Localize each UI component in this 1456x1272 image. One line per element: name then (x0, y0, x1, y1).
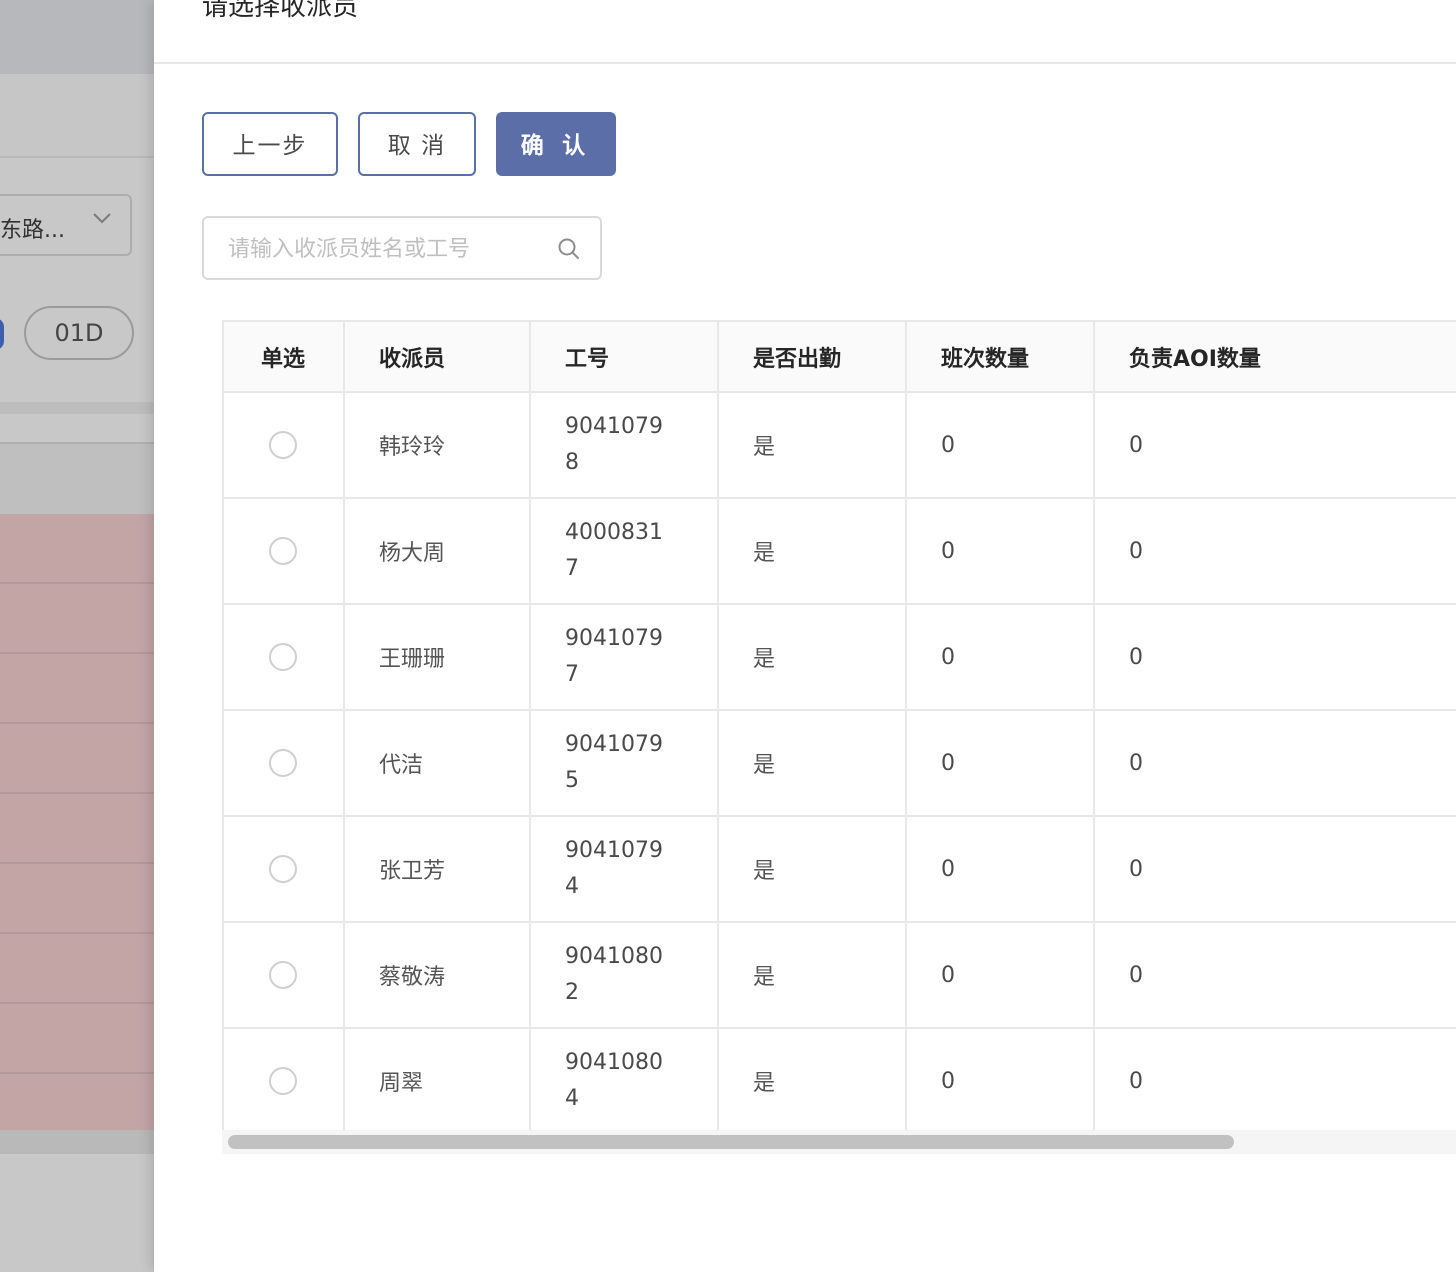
attendance: 是 (718, 604, 907, 711)
shift-count: 0 (906, 710, 1095, 817)
prev-step-button[interactable]: 上一步 (202, 112, 338, 176)
radio-cell (224, 922, 345, 1029)
column-header-courier: 收派员 (344, 322, 531, 393)
background-select-text: 东路... (0, 218, 65, 243)
aoi-count: 0 (1094, 816, 1456, 923)
confirm-button[interactable]: 确 认 (496, 112, 616, 176)
courier-name: 杨大周 (344, 498, 531, 605)
table-row[interactable]: 杨大周 4000831 7 是 0 0 (224, 498, 1456, 605)
aoi-count: 0 (1094, 710, 1456, 817)
courier-table-scroll[interactable]: 单选 收派员 工号 是否出勤 班次数量 负责AOI数量 韩玲玲 9041079 8… (222, 320, 1456, 1132)
employee-id: 9041079 4 (530, 816, 719, 923)
aoi-count: 0 (1094, 498, 1456, 605)
employee-id: 9041079 8 (530, 392, 719, 499)
courier-table: 单选 收派员 工号 是否出勤 班次数量 负责AOI数量 韩玲玲 9041079 8… (224, 322, 1456, 1132)
drawer-title: 请选择收派员 (202, 0, 359, 22)
courier-name: 代洁 (344, 710, 531, 817)
courier-name: 王珊珊 (344, 604, 531, 711)
radio-cell (224, 1028, 345, 1132)
shift-count: 0 (906, 498, 1095, 605)
employee-id: 9041080 4 (530, 1028, 719, 1132)
shift-count: 0 (906, 922, 1095, 1029)
search-input[interactable] (226, 230, 540, 268)
employee-id: 4000831 7 (530, 498, 719, 605)
select-radio[interactable] (269, 961, 297, 989)
horizontal-scrollbar[interactable] (222, 1130, 1456, 1154)
courier-name: 周翠 (344, 1028, 531, 1132)
background-topbar (0, 0, 154, 74)
courier-table-panel: 单选 收派员 工号 是否出勤 班次数量 负责AOI数量 韩玲玲 9041079 8… (202, 300, 1456, 1272)
select-radio[interactable] (269, 643, 297, 671)
column-header-select: 单选 (224, 322, 345, 393)
horizontal-scrollbar-thumb[interactable] (228, 1135, 1234, 1149)
employee-id: 9041079 7 (530, 604, 719, 711)
select-radio[interactable] (269, 855, 297, 883)
select-radio[interactable] (269, 749, 297, 777)
table-row[interactable]: 韩玲玲 9041079 8 是 0 0 (224, 392, 1456, 499)
search-icon[interactable] (556, 236, 582, 262)
background-table-rows (0, 514, 154, 1130)
table-row[interactable]: 王珊珊 9041079 7 是 0 0 (224, 604, 1456, 711)
table-row[interactable]: 蔡敬涛 9041080 2 是 0 0 (224, 922, 1456, 1029)
attendance: 是 (718, 498, 907, 605)
table-row[interactable]: 代洁 9041079 5 是 0 0 (224, 710, 1456, 817)
shift-count: 0 (906, 604, 1095, 711)
background-pill: 01D (24, 306, 134, 360)
background-footer (0, 1130, 154, 1154)
column-header-employee-id: 工号 (530, 322, 719, 393)
background-page: 东路... 01D (0, 0, 154, 1272)
aoi-count: 0 (1094, 1028, 1456, 1132)
attendance: 是 (718, 392, 907, 499)
attendance: 是 (718, 710, 907, 817)
background-table-header (0, 442, 154, 518)
select-courier-drawer: 请选择收派员 上一步 取 消 确 认 请输入收派员姓名或工号 单选 收派员 工号… (154, 0, 1456, 1272)
aoi-count: 0 (1094, 392, 1456, 499)
radio-cell (224, 498, 345, 605)
cancel-button[interactable]: 取 消 (358, 112, 476, 176)
employee-id: 9041080 2 (530, 922, 719, 1029)
shift-count: 0 (906, 392, 1095, 499)
courier-name: 张卫芳 (344, 816, 531, 923)
table-row[interactable]: 周翠 9041080 4 是 0 0 (224, 1028, 1456, 1132)
shift-count: 0 (906, 816, 1095, 923)
aoi-count: 0 (1094, 922, 1456, 1029)
background-divider (0, 402, 154, 414)
background-selected-dot (0, 318, 4, 350)
background-toolbar (0, 74, 154, 158)
column-header-attendance: 是否出勤 (718, 322, 907, 393)
shift-count: 0 (906, 1028, 1095, 1132)
radio-cell (224, 816, 345, 923)
attendance: 是 (718, 816, 907, 923)
attendance: 是 (718, 1028, 907, 1132)
select-radio[interactable] (269, 431, 297, 459)
select-radio[interactable] (269, 537, 297, 565)
courier-search (202, 216, 602, 280)
table-header-row: 单选 收派员 工号 是否出勤 班次数量 负责AOI数量 (224, 322, 1456, 393)
column-header-aoi-count: 负责AOI数量 (1094, 322, 1456, 393)
radio-cell (224, 710, 345, 817)
select-radio[interactable] (269, 1067, 297, 1095)
radio-cell (224, 392, 345, 499)
radio-cell (224, 604, 345, 711)
aoi-count: 0 (1094, 604, 1456, 711)
employee-id: 9041079 5 (530, 710, 719, 817)
drawer-header: 请选择收派员 (154, 0, 1456, 64)
attendance: 是 (718, 922, 907, 1029)
courier-name: 韩玲玲 (344, 392, 531, 499)
courier-name: 蔡敬涛 (344, 922, 531, 1029)
background-select: 东路... (0, 194, 132, 256)
table-row[interactable]: 张卫芳 9041079 4 是 0 0 (224, 816, 1456, 923)
chevron-down-icon (90, 206, 114, 236)
column-header-shift-count: 班次数量 (906, 322, 1095, 393)
